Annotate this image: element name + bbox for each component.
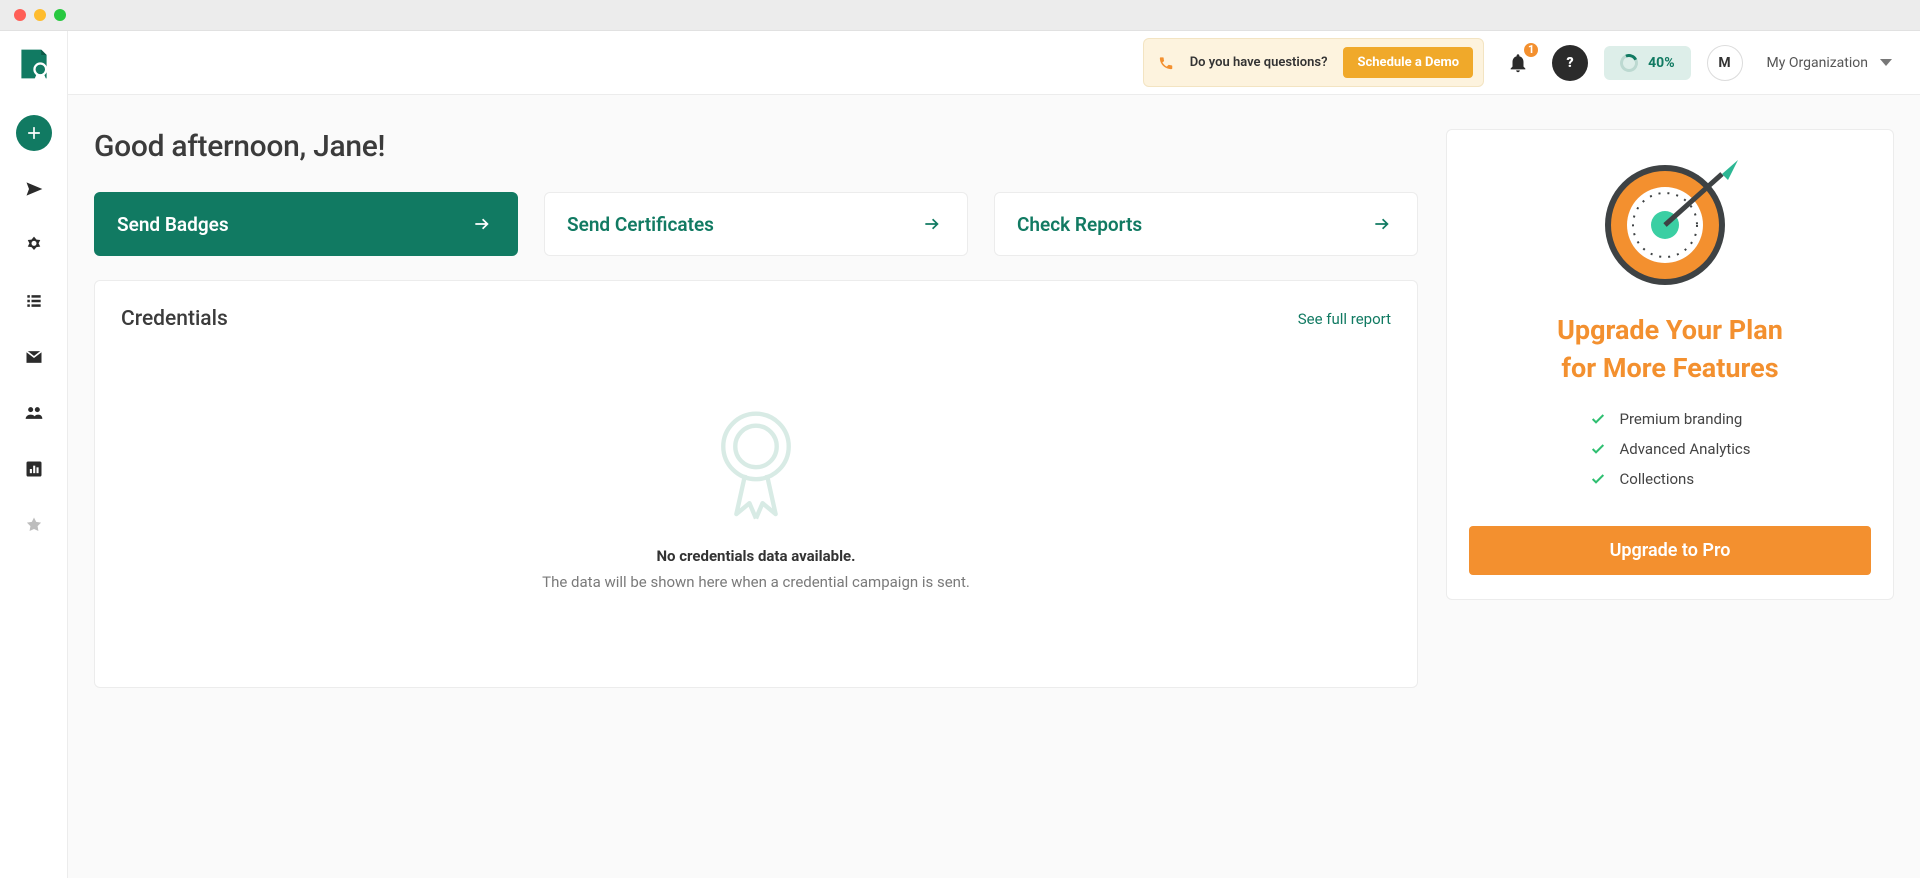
setup-progress-pill[interactable]: 40% (1604, 46, 1690, 80)
upgrade-title: Upgrade Your Plan for More Features (1557, 312, 1783, 388)
window-close-dot[interactable] (14, 9, 26, 21)
progress-percent: 40% (1648, 55, 1674, 71)
feature-item: Premium branding (1590, 410, 1751, 428)
sidebar-add-button[interactable] (16, 115, 52, 151)
action-label: Check Reports (1017, 213, 1142, 236)
action-label: Send Certificates (567, 213, 714, 236)
sidebar-badges-icon[interactable] (16, 227, 52, 263)
notifications-button[interactable]: 1 (1500, 45, 1536, 81)
sidebar-users-icon[interactable] (16, 395, 52, 431)
greeting-heading: Good afternoon, Jane! (94, 129, 1418, 164)
schedule-demo-button[interactable]: Schedule a Demo (1343, 47, 1473, 78)
window-chrome (0, 0, 1920, 31)
brand-logo[interactable] (13, 43, 55, 85)
upgrade-card: Upgrade Your Plan for More Features Prem… (1446, 129, 1894, 600)
check-icon (1590, 411, 1606, 427)
help-button[interactable]: ? (1552, 45, 1588, 81)
arrow-right-icon (1369, 211, 1395, 237)
sidebar (0, 31, 68, 878)
organization-label: My Organization (1767, 55, 1868, 71)
notification-badge: 1 (1522, 41, 1540, 59)
sidebar-list-icon[interactable] (16, 283, 52, 319)
phone-icon (1158, 55, 1174, 71)
empty-state-title: No credentials data available. (656, 547, 855, 565)
sidebar-favorites-icon[interactable] (16, 507, 52, 543)
upgrade-features-list: Premium branding Advanced Analytics Coll… (1590, 410, 1751, 500)
arrow-right-icon (919, 211, 945, 237)
see-full-report-link[interactable]: See full report (1298, 310, 1391, 328)
empty-state-subtitle: The data will be shown here when a crede… (542, 573, 970, 591)
send-certificates-button[interactable]: Send Certificates (544, 192, 968, 256)
credentials-title: Credentials (121, 307, 228, 331)
check-icon (1590, 471, 1606, 487)
demo-callout: Do you have questions? Schedule a Demo (1143, 38, 1484, 87)
arrow-right-icon (469, 211, 495, 237)
sidebar-send-icon[interactable] (16, 171, 52, 207)
sidebar-mail-icon[interactable] (16, 339, 52, 375)
credentials-card: Credentials See full report No credentia… (94, 280, 1418, 688)
action-label: Send Badges (117, 213, 229, 236)
send-badges-button[interactable]: Send Badges (94, 192, 518, 256)
check-reports-button[interactable]: Check Reports (994, 192, 1418, 256)
sidebar-analytics-icon[interactable] (16, 451, 52, 487)
organization-selector[interactable]: My Organization (1767, 55, 1892, 71)
feature-item: Collections (1590, 470, 1751, 488)
check-icon (1590, 441, 1606, 457)
upgrade-cta-button[interactable]: Upgrade to Pro (1469, 526, 1871, 575)
target-icon (1600, 150, 1740, 294)
questions-label: Do you have questions? (1190, 55, 1328, 70)
progress-ring-icon (1618, 51, 1641, 74)
window-zoom-dot[interactable] (54, 9, 66, 21)
feature-item: Advanced Analytics (1590, 440, 1751, 458)
ribbon-icon (711, 405, 801, 525)
topbar: Do you have questions? Schedule a Demo 1… (68, 31, 1920, 95)
window-minimize-dot[interactable] (34, 9, 46, 21)
chevron-down-icon (1880, 59, 1892, 66)
user-avatar[interactable]: M (1707, 45, 1743, 81)
